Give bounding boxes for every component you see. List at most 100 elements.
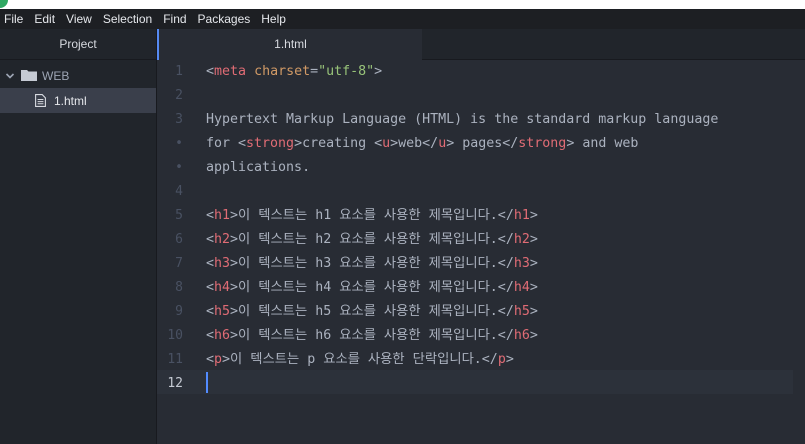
code-token-tag: h4 (214, 280, 231, 295)
code-line: <p>이 텍스트는 p 요소를 사용한 단락입니다.</p> (206, 348, 718, 372)
line-number: 6 (175, 232, 183, 247)
code-line: Hypertext Markup Language (HTML) is the … (206, 108, 718, 132)
line-number: 9 (175, 304, 183, 319)
sidebar-title: Project (0, 29, 156, 60)
window-top-strip (0, 0, 805, 9)
code-token-text: < (206, 280, 215, 295)
vertical-scrollbar[interactable] (793, 60, 805, 444)
code-token-tag: p (497, 352, 506, 367)
code-token-text: > (529, 304, 538, 319)
code-token-text: for < (206, 136, 247, 151)
line-number: 10 (167, 328, 183, 343)
code-token-text: >이 텍스트는 h1 요소를 사용한 제목입니다.</ (230, 208, 514, 223)
line-number: 1 (175, 64, 183, 79)
code-token-text: < (206, 232, 215, 247)
code-token-text: >이 텍스트는 h5 요소를 사용한 제목입니다.</ (230, 304, 514, 319)
code-line: <h2>이 텍스트는 h2 요소를 사용한 제목입니다.</h2> (206, 228, 718, 252)
code-token-text: < (206, 256, 215, 271)
code-line: <h6>이 텍스트는 h6 요소를 사용한 제목입니다.</h6> (206, 324, 718, 348)
code-content[interactable]: <meta charset="utf-8"> Hypertext Markup L… (206, 60, 718, 396)
code-line: <h5>이 텍스트는 h5 요소를 사용한 제목입니다.</h5> (206, 300, 718, 324)
project-sidebar: Project WEB 1.html (0, 29, 157, 444)
code-token-text: > (374, 64, 383, 79)
code-token-text: >creating < (294, 136, 383, 151)
code-token-text: > (505, 352, 514, 367)
line-number: 7 (175, 256, 183, 271)
code-line: applications. (206, 156, 718, 180)
menu-file[interactable]: File (0, 9, 29, 29)
code-token-str: "utf-8" (318, 64, 375, 79)
code-token-text: >이 텍스트는 p 요소를 사용한 단락입니다.</ (222, 352, 498, 367)
code-token-text: >이 텍스트는 h2 요소를 사용한 제목입니다.</ (230, 232, 514, 247)
menu-packages[interactable]: Packages (193, 9, 257, 29)
app-logo-icon (0, 0, 8, 8)
code-line: <h3>이 텍스트는 h3 요소를 사용한 제목입니다.</h3> (206, 252, 718, 276)
code-editor[interactable]: 1 2 3 • • 4 5 6 7 8 9 10 11 12 <meta charset="utf-8">… (157, 60, 805, 444)
code-token-text: > pages</ (446, 136, 519, 151)
code-token-attr: charset (254, 64, 311, 79)
text-cursor (206, 372, 208, 393)
code-token-text: > (529, 328, 538, 343)
tree-file-1html[interactable]: 1.html (0, 88, 156, 113)
code-token-tag: strong (246, 136, 295, 151)
code-token-text: > (529, 256, 538, 271)
folder-label: WEB (42, 68, 70, 83)
code-token-text: >이 텍스트는 h6 요소를 사용한 제목입니다.</ (230, 328, 514, 343)
code-token-tag: h1 (513, 208, 530, 223)
code-token-text: < (206, 304, 215, 319)
line-number-gutter: 1 2 3 • • 4 5 6 7 8 9 10 11 12 (157, 60, 199, 396)
code-token-tag: h5 (513, 304, 530, 319)
line-number: 2 (175, 88, 183, 103)
menu-edit[interactable]: Edit (29, 9, 61, 29)
menu-selection[interactable]: Selection (98, 9, 158, 29)
code-token-text: >이 텍스트는 h3 요소를 사용한 제목입니다.</ (230, 256, 514, 271)
file-label: 1.html (54, 93, 87, 108)
tab-1html[interactable]: 1.html (157, 29, 422, 60)
code-token-text: = (310, 64, 319, 79)
line-number: 12 (167, 376, 183, 391)
code-token-tag: h1 (214, 208, 231, 223)
code-token-text: > (529, 280, 538, 295)
code-line: <meta charset="utf-8"> (206, 60, 718, 84)
code-token-text: > (529, 208, 538, 223)
line-number: 8 (175, 280, 183, 295)
code-token-tag: h6 (513, 328, 530, 343)
code-token-text: > (529, 232, 538, 247)
code-token-tag: h2 (214, 232, 231, 247)
line-number: 5 (175, 208, 183, 223)
code-line: <h4>이 텍스트는 h4 요소를 사용한 제목입니다.</h4> (206, 276, 718, 300)
code-token-tag: h6 (214, 328, 231, 343)
file-text-icon (35, 94, 46, 107)
code-token-tag: h3 (214, 256, 231, 271)
menu-help[interactable]: Help (256, 9, 292, 29)
code-token-tag: u (382, 136, 391, 151)
tab-bar: 1.html (157, 29, 805, 60)
code-token-tag: strong (518, 136, 567, 151)
line-number: 11 (167, 352, 183, 367)
code-token-text: >web</ (390, 136, 439, 151)
code-token-tag: h4 (513, 280, 530, 295)
code-token-text: >이 텍스트는 h4 요소를 사용한 제목입니다.</ (230, 280, 514, 295)
code-token-text: applications. (206, 160, 311, 175)
chevron-down-icon (5, 72, 15, 79)
code-token-text: < (206, 352, 215, 367)
line-number: • (175, 160, 183, 175)
code-token-text: < (206, 208, 215, 223)
code-line: for <strong>creating <u>web</u> pages</s… (206, 132, 718, 156)
line-number: • (175, 136, 183, 151)
menu-bar: File Edit View Selection Find Packages H… (0, 9, 805, 29)
code-token-tag: meta (214, 64, 247, 79)
menu-view[interactable]: View (61, 9, 98, 29)
code-token-tag: h2 (513, 232, 530, 247)
tree-folder-web[interactable]: WEB (0, 63, 156, 88)
code-token-tag: p (214, 352, 223, 367)
code-line: <h1>이 텍스트는 h1 요소를 사용한 제목입니다.</h1> (206, 204, 718, 228)
menu-find[interactable]: Find (158, 9, 192, 29)
code-token-tag: h5 (214, 304, 231, 319)
code-token-text: > and web (566, 136, 639, 151)
folder-icon (21, 70, 37, 81)
